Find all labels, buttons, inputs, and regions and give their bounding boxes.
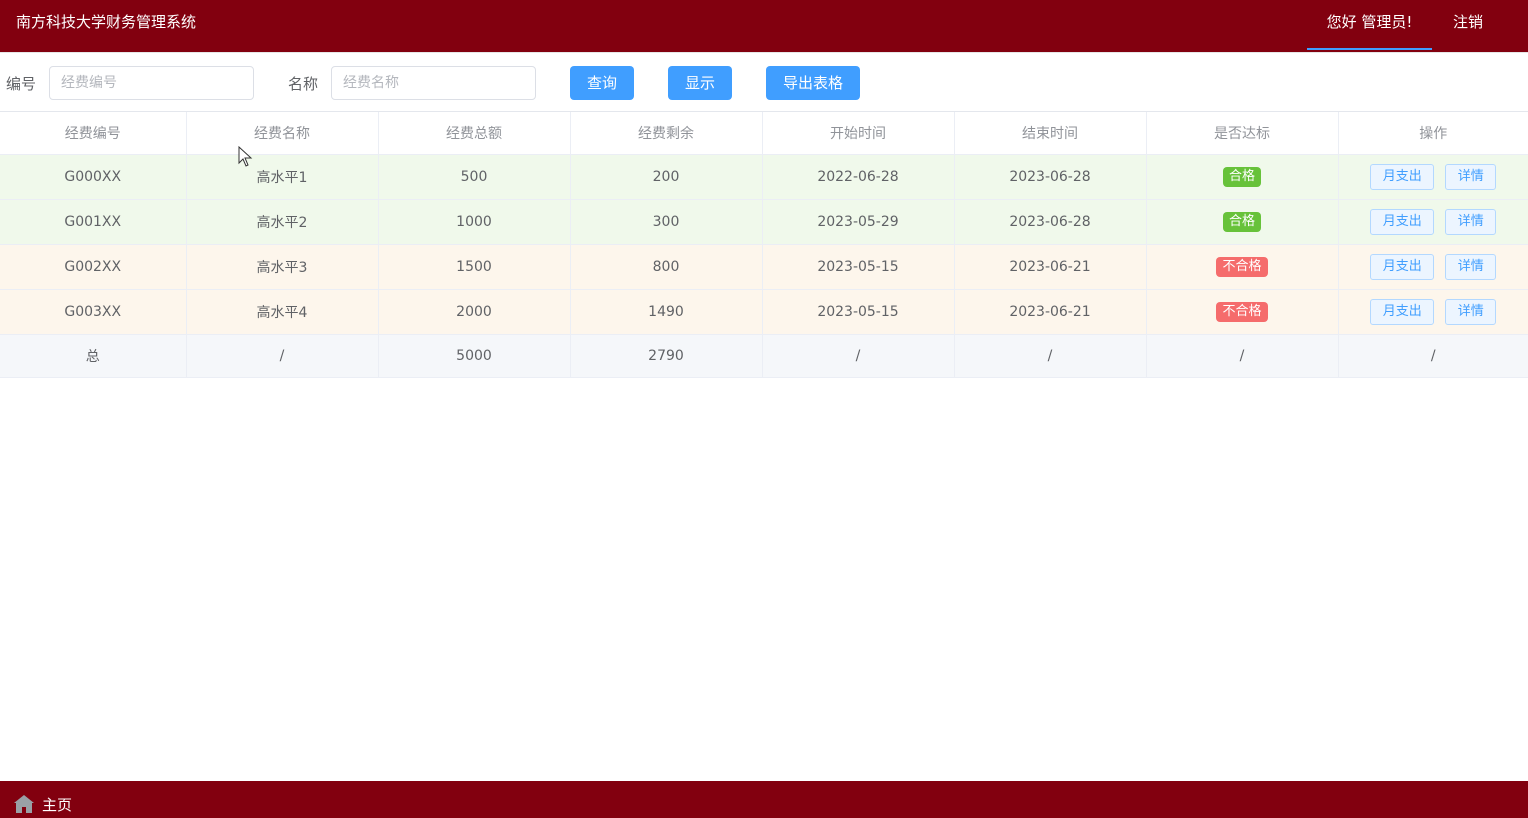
cell-remaining: 1490	[570, 289, 763, 335]
cell-end-date: 2023-06-28	[954, 154, 1147, 200]
status-badge: 合格	[1222, 167, 1261, 187]
cell-name: 高水平2	[186, 199, 379, 245]
table-row[interactable]: G003XX 高水平4 2000 1490 2023-05-15 2023-06…	[0, 289, 1528, 335]
monthly-expense-button[interactable]: 月支出	[1370, 299, 1435, 325]
cell-name: 高水平4	[186, 289, 379, 335]
greeting-menu-item[interactable]: 您好 管理员!	[1307, 0, 1432, 50]
cell-start-date: 2023-05-29	[762, 199, 955, 245]
column-header[interactable]: 结束时间	[954, 112, 1147, 155]
column-header[interactable]: 操作	[1338, 112, 1528, 155]
query-button[interactable]: 查询	[570, 66, 634, 100]
status-badge: 不合格	[1216, 302, 1268, 322]
detail-button[interactable]: 详情	[1445, 209, 1497, 235]
monthly-expense-button[interactable]: 月支出	[1370, 209, 1435, 235]
top-navbar: 南方科技大学财务管理系统 您好 管理员! 注销	[0, 0, 1528, 53]
column-header[interactable]: 经费名称	[186, 112, 379, 155]
cell-total: 2000	[378, 289, 571, 335]
summary-cell: /	[954, 334, 1147, 378]
summary-cell: 2790	[570, 334, 763, 378]
cell-remaining: 200	[570, 154, 763, 200]
cell-start-date: 2022-06-28	[762, 154, 955, 200]
column-header[interactable]: 经费编号	[0, 112, 187, 155]
table-row[interactable]: G001XX 高水平2 1000 300 2023-05-29 2023-06-…	[0, 199, 1528, 245]
table-header-row: 经费编号 经费名称 经费总额 经费剩余 开始时间 结束时间 是否达标 操作	[0, 112, 1528, 155]
bottom-bar	[0, 781, 1528, 818]
column-header[interactable]: 经费剩余	[570, 112, 763, 155]
cell-status: 不合格	[1146, 244, 1339, 290]
cell-total: 500	[378, 154, 571, 200]
cell-status: 不合格	[1146, 289, 1339, 335]
summary-cell: /	[762, 334, 955, 378]
export-table-button[interactable]: 导出表格	[766, 66, 860, 100]
summary-cell: /	[1338, 334, 1528, 378]
summary-cell: /	[1146, 334, 1339, 378]
cell-id: G001XX	[0, 199, 187, 245]
name-search-input[interactable]	[331, 66, 536, 100]
cell-remaining: 300	[570, 199, 763, 245]
cell-total: 1000	[378, 199, 571, 245]
summary-cell: /	[186, 334, 379, 378]
cell-status: 合格	[1146, 199, 1339, 245]
cell-status: 合格	[1146, 154, 1339, 200]
cell-id: G002XX	[0, 244, 187, 290]
cell-start-date: 2023-05-15	[762, 244, 955, 290]
table-row[interactable]: G000XX 高水平1 500 200 2022-06-28 2023-06-2…	[0, 154, 1528, 200]
summary-cell: 总	[0, 334, 187, 378]
show-button[interactable]: 显示	[668, 66, 732, 100]
column-header[interactable]: 经费总额	[378, 112, 571, 155]
cell-end-date: 2023-06-21	[954, 289, 1147, 335]
logout-menu-item[interactable]: 注销	[1438, 0, 1498, 44]
detail-button[interactable]: 详情	[1445, 299, 1497, 325]
name-label: 名称	[288, 75, 319, 93]
cell-start-date: 2023-05-15	[762, 289, 955, 335]
column-header[interactable]: 是否达标	[1146, 112, 1339, 155]
cell-name: 高水平1	[186, 154, 379, 200]
summary-row: 总 / 5000 2790 / / / /	[0, 334, 1528, 378]
cell-actions: 月支出 详情	[1338, 154, 1528, 200]
id-search-input[interactable]	[49, 66, 254, 100]
summary-cell: 5000	[378, 334, 571, 378]
cell-actions: 月支出 详情	[1338, 199, 1528, 245]
cell-end-date: 2023-06-28	[954, 199, 1147, 245]
home-link[interactable]: 主页	[42, 795, 72, 815]
mouse-cursor-icon	[238, 146, 253, 167]
cell-actions: 月支出 详情	[1338, 244, 1528, 290]
home-icon[interactable]	[13, 794, 35, 814]
detail-button[interactable]: 详情	[1445, 164, 1497, 190]
status-badge: 合格	[1222, 212, 1261, 232]
monthly-expense-button[interactable]: 月支出	[1370, 164, 1435, 190]
cell-total: 1500	[378, 244, 571, 290]
table-row[interactable]: G002XX 高水平3 1500 800 2023-05-15 2023-06-…	[0, 244, 1528, 290]
status-badge: 不合格	[1216, 257, 1268, 277]
app-title: 南方科技大学财务管理系统	[16, 13, 197, 31]
funding-table: 经费编号 经费名称 经费总额 经费剩余 开始时间 结束时间 是否达标 操作 G0…	[0, 112, 1528, 378]
monthly-expense-button[interactable]: 月支出	[1370, 254, 1435, 280]
cell-name: 高水平3	[186, 244, 379, 290]
cell-id: G003XX	[0, 289, 187, 335]
cell-end-date: 2023-06-21	[954, 244, 1147, 290]
detail-button[interactable]: 详情	[1445, 254, 1497, 280]
cell-remaining: 800	[570, 244, 763, 290]
id-label: 编号	[6, 75, 37, 93]
column-header[interactable]: 开始时间	[762, 112, 955, 155]
cell-actions: 月支出 详情	[1338, 289, 1528, 335]
cell-id: G000XX	[0, 154, 187, 200]
search-bar: 编号 名称 查询 显示 导出表格	[0, 53, 1528, 112]
